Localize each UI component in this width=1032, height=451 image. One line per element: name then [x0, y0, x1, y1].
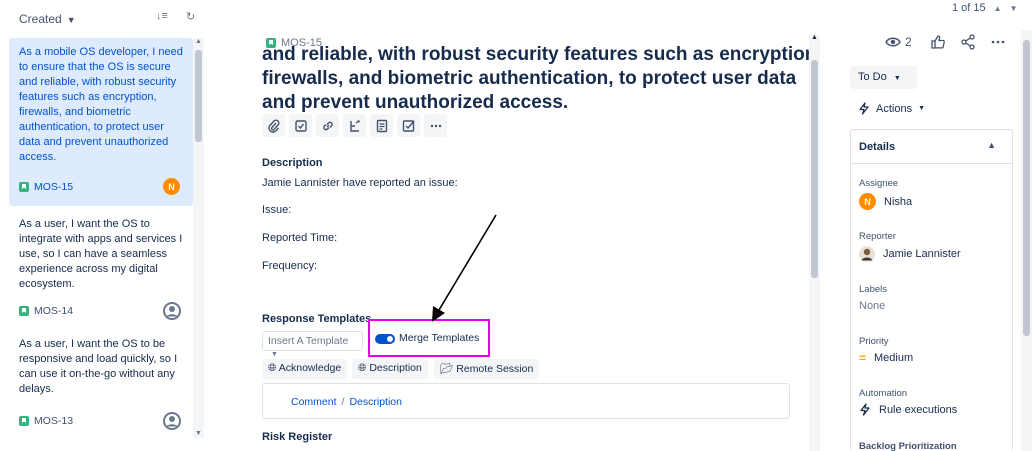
list-item[interactable]: As a mobile OS developer, I need to ensu… [9, 38, 193, 206]
list-header: Created ▼ ↓≡ ↻ [0, 0, 215, 34]
status-dropdown[interactable]: To Do ▼ [850, 66, 917, 89]
priority-label: Priority [859, 336, 889, 347]
card-summary: As a user, I want the OS to integrate wi… [19, 218, 183, 290]
reporter-label: Reporter [859, 231, 896, 242]
user-icon [163, 412, 181, 430]
card-summary: As a mobile OS developer, I need to ensu… [19, 46, 183, 163]
issue-detail-panel: and reliable, with robust security featu… [220, 0, 820, 451]
avatar [859, 246, 875, 262]
card-key: MOS-14 [19, 305, 73, 317]
automation-field[interactable]: Rule executions [859, 403, 957, 416]
issue-actions-bar: 2 [885, 34, 1006, 50]
sort-order-icon[interactable]: ↓≡ [156, 10, 168, 22]
avatar: N [859, 193, 876, 210]
chevron-down-icon: ▼ [918, 105, 926, 112]
sidebar-scrollbar[interactable] [1021, 30, 1032, 451]
details-header[interactable]: Details ▲ [851, 130, 1012, 164]
list-item[interactable]: As a user, I want the OS to be responsiv… [9, 330, 193, 438]
labels-label: Labels [859, 284, 887, 295]
card-key: MOS-15 [19, 181, 73, 193]
details-title: Details [859, 141, 896, 153]
chevron-down-icon: ▼ [893, 75, 901, 82]
like-icon[interactable] [930, 34, 946, 50]
scrollbar-thumb[interactable] [1023, 40, 1030, 336]
automation-label: Automation [859, 388, 908, 399]
assignee-label: Assignee [859, 178, 899, 189]
reporter-field[interactable]: Jamie Lannister [859, 246, 961, 262]
issue-list: As a mobile OS developer, I need to ensu… [9, 38, 193, 438]
story-icon [19, 306, 29, 316]
labels-field[interactable]: None [859, 300, 885, 312]
assignee-field[interactable]: N Nisha [859, 193, 912, 210]
scrollbar-thumb[interactable] [811, 60, 818, 278]
share-icon[interactable] [960, 34, 976, 50]
detail-scrollbar[interactable]: ▲ [809, 34, 820, 451]
more-icon[interactable] [990, 34, 1006, 50]
refresh-icon[interactable]: ↻ [186, 10, 195, 23]
watch-button[interactable]: 2 [885, 35, 912, 49]
story-icon [19, 182, 29, 192]
next-issue-icon[interactable]: ▼ [1010, 4, 1018, 13]
scroll-up-icon[interactable]: ▲ [195, 38, 202, 45]
scrollbar-thumb[interactable] [195, 50, 202, 142]
previous-issue-icon[interactable]: ▲ [994, 4, 1002, 13]
story-icon [19, 416, 29, 426]
scroll-up-icon[interactable]: ▲ [811, 34, 818, 41]
card-key: MOS-13 [19, 415, 73, 427]
issue-pager: 1 of 15 ▲ ▼ [952, 2, 1018, 14]
issue-list-panel: Created ▼ ↓≡ ↻ As a mobile OS developer, … [0, 0, 215, 451]
card-summary: As a user, I want the OS to be responsiv… [19, 338, 178, 395]
scroll-down-icon[interactable]: ▼ [195, 430, 202, 437]
actions-dropdown[interactable]: Actions ▼ [858, 102, 925, 115]
priority-field[interactable]: = Medium [859, 351, 913, 365]
lightning-icon [860, 403, 870, 416]
priority-medium-icon: = [859, 351, 867, 365]
annotation-arrow [432, 214, 497, 322]
avatar: N [163, 178, 180, 195]
chevron-down-icon: ▼ [66, 15, 76, 25]
list-scrollbar[interactable]: ▲ ▼ [193, 38, 204, 438]
sort-dropdown[interactable]: Created ▼ [19, 12, 76, 26]
lightning-icon [859, 102, 869, 115]
user-icon [163, 302, 181, 320]
backlog-prioritization-label: Backlog Prioritization [859, 441, 957, 451]
list-item[interactable]: As a user, I want the OS to integrate wi… [9, 210, 193, 326]
chevron-up-icon[interactable]: ▲ [987, 140, 996, 150]
eye-icon [885, 37, 901, 47]
